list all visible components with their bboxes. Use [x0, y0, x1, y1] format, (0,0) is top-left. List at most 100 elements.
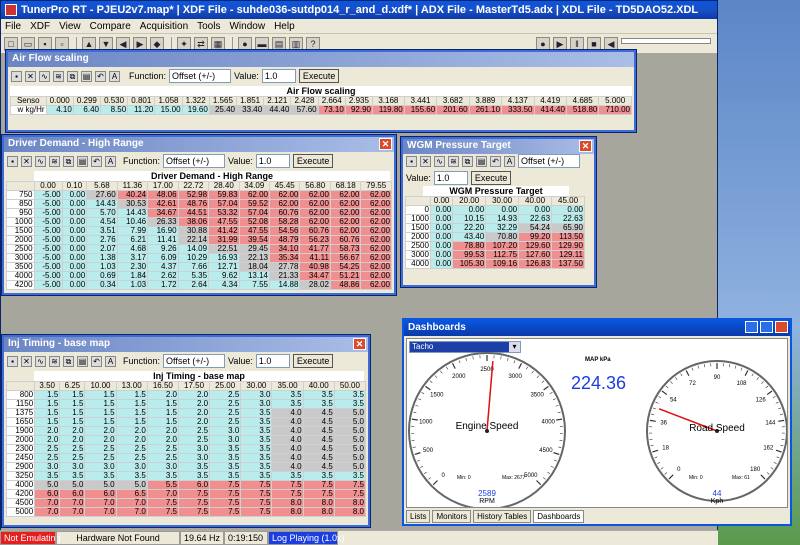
close-icon[interactable]: ✕ — [579, 140, 592, 152]
table-cell[interactable]: 7.0 — [34, 507, 61, 517]
compare-icon[interactable]: ⇄ — [194, 36, 208, 51]
undo-icon[interactable]: ↶ — [91, 355, 102, 367]
table-cell[interactable]: 8.50 — [99, 105, 129, 115]
maximize-icon[interactable] — [760, 321, 773, 333]
table-cell[interactable]: 155.60 — [403, 105, 438, 115]
driver-titlebar[interactable]: Driver Demand - High Range ✕ — [4, 137, 394, 152]
close-icon[interactable] — [775, 321, 788, 333]
menu-acquisition[interactable]: Acquisition — [140, 21, 188, 32]
emulate-icon[interactable]: ● — [238, 36, 252, 51]
table-cell[interactable]: 109.16 — [485, 259, 520, 269]
table-cell[interactable]: 8.0 — [333, 507, 367, 517]
table-cell[interactable]: 44.40 — [263, 105, 292, 115]
table-cell[interactable]: 92.90 — [344, 105, 374, 115]
table-cell[interactable]: 0.00 — [429, 259, 454, 269]
undo-icon[interactable]: ↶ — [91, 155, 102, 167]
paste-icon[interactable]: ▤ — [77, 155, 88, 167]
undo-icon[interactable]: ↶ — [490, 155, 501, 167]
table-cell[interactable]: 15.00 — [154, 105, 183, 115]
graph3d-icon[interactable]: ≋ — [49, 355, 60, 367]
table-cell[interactable]: 73.10 — [317, 105, 346, 115]
table-cell[interactable]: 4.34 — [208, 280, 240, 290]
table-cell[interactable]: 1.03 — [116, 280, 149, 290]
table-cell[interactable]: 414.40 — [533, 105, 567, 115]
save-icon[interactable]: ▪ — [406, 155, 417, 167]
function-select[interactable]: Offset (+/-) — [163, 154, 226, 168]
folder-icon[interactable]: ▬ — [255, 36, 269, 51]
up-arrow-icon[interactable]: ▲ — [82, 36, 96, 51]
paste-icon[interactable]: ▤ — [476, 155, 487, 167]
table-cell[interactable]: 14.88 — [268, 280, 301, 290]
dash-titlebar[interactable]: Dashboards — [404, 320, 790, 336]
menu-window[interactable]: Window — [229, 21, 265, 32]
save-as-icon[interactable]: ▫ — [55, 36, 69, 51]
menu-view[interactable]: View — [59, 21, 81, 32]
table-cell[interactable]: 1.72 — [147, 280, 179, 290]
table-cell[interactable]: 119.80 — [372, 105, 405, 115]
menu-help[interactable]: Help — [274, 21, 295, 32]
table-cell[interactable]: 126.83 — [518, 259, 553, 269]
table-cell[interactable]: 0.34 — [86, 280, 118, 290]
graph3d-icon[interactable]: ≋ — [53, 70, 64, 82]
pause-icon[interactable]: ‖ — [570, 36, 584, 51]
down-arrow-icon[interactable]: ▼ — [99, 36, 113, 51]
save-icon[interactable]: ▪ — [11, 70, 22, 82]
graph-icon[interactable]: ∿ — [39, 70, 50, 82]
table-cell[interactable]: 333.50 — [501, 105, 535, 115]
table-cell[interactable]: 62.00 — [360, 280, 392, 290]
table-cell[interactable]: 7.5 — [146, 507, 179, 517]
value-input[interactable]: 1.0 — [261, 69, 296, 83]
close-table-icon[interactable]: ✕ — [420, 155, 431, 167]
inj-titlebar[interactable]: Inj Timing - base map ✕ — [4, 337, 368, 352]
grid-icon[interactable]: ▤ — [272, 36, 286, 51]
menu-tools[interactable]: Tools — [197, 21, 220, 32]
undo-icon[interactable]: ↶ — [95, 70, 106, 82]
table-cell[interactable]: 48.86 — [329, 280, 362, 290]
save-icon[interactable]: ▪ — [38, 36, 52, 51]
function-select[interactable]: Offset (+/-) — [518, 154, 580, 168]
plugin-icon[interactable]: ✦ — [177, 36, 191, 51]
minimize-icon[interactable] — [745, 321, 758, 333]
close-icon[interactable]: ✕ — [379, 138, 392, 150]
table-cell[interactable]: 518.80 — [565, 105, 600, 115]
table-cell[interactable]: 7.0 — [84, 507, 117, 517]
tab-dashboards[interactable]: Dashboards — [533, 510, 585, 523]
table-cell[interactable]: 8.0 — [302, 507, 335, 517]
table-cell[interactable]: 57.60 — [290, 105, 319, 115]
copy-icon[interactable]: ⧉ — [67, 70, 78, 82]
graph-icon[interactable]: ∿ — [434, 155, 445, 167]
graph3d-icon[interactable]: ≋ — [448, 155, 459, 167]
table-cell[interactable]: 710.00 — [598, 105, 632, 115]
tab-monitors[interactable]: Monitors — [432, 510, 472, 523]
table-cell[interactable]: 7.0 — [59, 507, 86, 517]
table-cell[interactable]: 19.60 — [181, 105, 210, 115]
table-cell[interactable]: -5.00 — [33, 280, 63, 290]
paste-icon[interactable]: ▤ — [77, 355, 88, 367]
graph-icon[interactable]: ∿ — [35, 355, 46, 367]
close-table-icon[interactable]: ✕ — [25, 70, 36, 82]
function-select[interactable]: Offset (+/-) — [169, 69, 232, 83]
right-arrow-icon[interactable]: ▶ — [133, 36, 147, 51]
chip-icon[interactable]: ▦ — [211, 36, 225, 51]
font-icon[interactable]: A — [109, 70, 120, 82]
airflow-titlebar[interactable]: Air Flow scaling — [8, 52, 634, 67]
paste-icon[interactable]: ▤ — [81, 70, 92, 82]
table-cell[interactable]: 4.10 — [45, 105, 74, 115]
record-icon[interactable]: ● — [536, 36, 550, 51]
table-cell[interactable]: 7.0 — [115, 507, 148, 517]
menu-file[interactable]: File — [5, 21, 21, 32]
left-arrow-icon[interactable]: ◀ — [116, 36, 130, 51]
execute-button[interactable]: Execute — [470, 171, 512, 185]
function-select[interactable]: Offset (+/-) — [163, 354, 226, 368]
table-cell[interactable]: 105.30 — [452, 259, 487, 269]
close-table-icon[interactable]: ✕ — [21, 155, 32, 167]
chart-icon[interactable]: ▥ — [289, 36, 303, 51]
table-cell[interactable]: 28.02 — [299, 280, 331, 290]
table-cell[interactable]: 2.64 — [177, 280, 210, 290]
table-cell[interactable]: 7.5 — [209, 507, 242, 517]
save-icon[interactable]: ▪ — [7, 355, 18, 367]
graph3d-icon[interactable]: ≋ — [49, 155, 60, 167]
open-icon[interactable]: ▭ — [21, 36, 35, 51]
copy-icon[interactable]: ⧉ — [63, 155, 74, 167]
tab-lists[interactable]: Lists — [406, 510, 431, 523]
